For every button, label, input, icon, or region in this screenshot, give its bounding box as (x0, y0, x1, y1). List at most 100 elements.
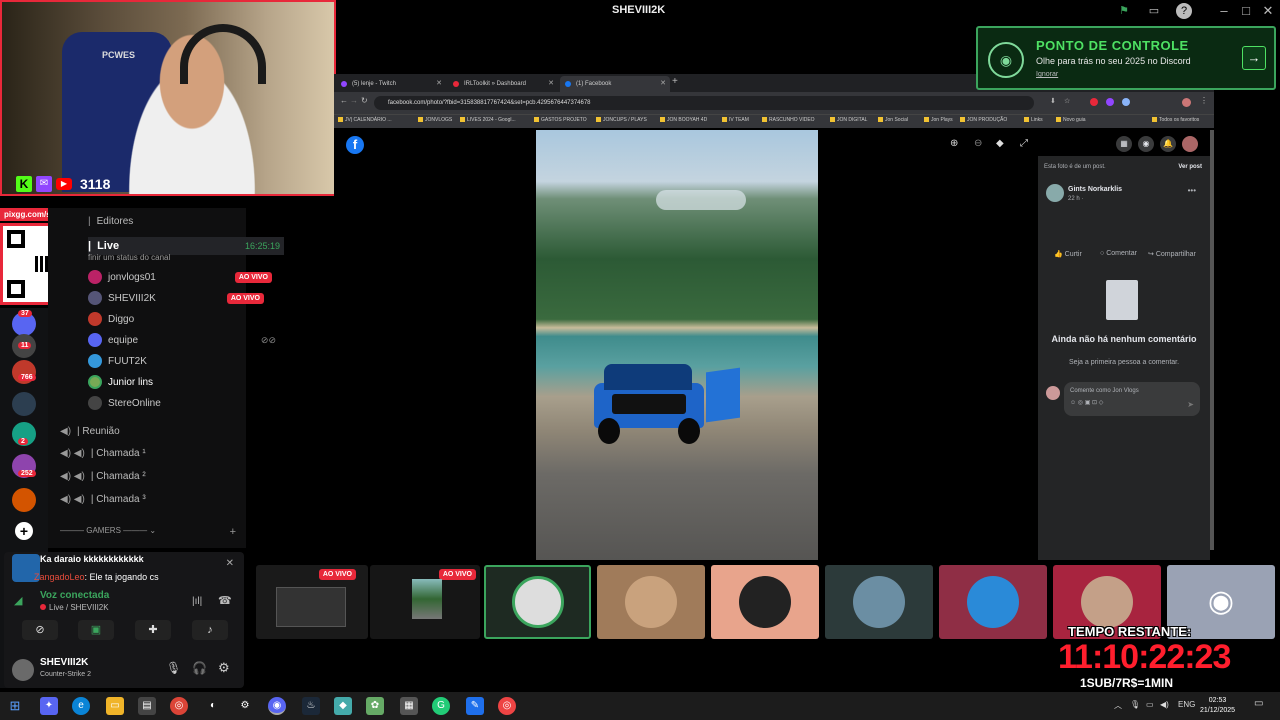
inbox-icon[interactable]: ▭ (1146, 3, 1162, 19)
bookmark[interactable]: Jon Plays (924, 117, 953, 123)
close-icon[interactable]: ✕ (226, 558, 234, 569)
bookmark[interactable]: RASCUNHO VIDEO (762, 117, 815, 123)
voice-member[interactable]: jonvlogs01 AO VIVO (88, 268, 284, 286)
close-tab-icon[interactable]: ✕ (436, 76, 442, 92)
bookmark[interactable]: JON DIGITAL (830, 117, 867, 123)
discord-icon[interactable]: ◉ (268, 697, 286, 715)
activities-button[interactable]: ✚ (135, 620, 171, 640)
close-icon[interactable]: ✕ (1258, 2, 1278, 20)
flag-icon[interactable]: ⚑ (1116, 3, 1132, 19)
channel-chamada-2[interactable]: ◀) ◀) | Chamada ² (60, 471, 146, 482)
url-input[interactable]: facebook.com/photo/?fbid=315838817767424… (374, 96, 1034, 110)
bookmark[interactable]: Todos os favoritos (1152, 117, 1199, 123)
clock[interactable]: 02:53 21/12/2025 (1200, 696, 1235, 716)
bookmark[interactable]: Jon Social (878, 117, 908, 123)
language-indicator[interactable]: ENG (1178, 700, 1195, 709)
notification-center-icon[interactable]: ▭ (1254, 698, 1263, 709)
file-explorer-icon[interactable]: ▭ (106, 697, 124, 715)
see-post-link[interactable]: Ver post (1178, 164, 1202, 170)
extension-icon[interactable] (1122, 98, 1130, 106)
network-icon[interactable]: ▭ (1146, 700, 1154, 709)
edge-icon[interactable]: e (72, 697, 90, 715)
poster-name[interactable]: Gints Norkarklis (1068, 186, 1122, 193)
gear-icon[interactable]: ⚙ (218, 660, 230, 676)
facebook-logo-icon[interactable]: f (346, 136, 364, 154)
tray-chevron-icon[interactable]: ︿ (1114, 700, 1122, 711)
tab-irltoolkit[interactable]: IRLToolkit » Dashboard ✕ (448, 76, 558, 92)
user-panel[interactable]: SHEVIII2K Counter-Strike 2 🎙 🎧 ⚙ (10, 655, 244, 685)
more-options-icon[interactable]: ••• (1188, 186, 1196, 195)
participant-tile[interactable] (711, 565, 819, 639)
zoom-in-icon[interactable]: ⊕ (950, 138, 958, 149)
soundboard-button[interactable]: ♪ (192, 620, 228, 640)
stream-tile[interactable]: AO VIVO (256, 565, 368, 639)
copilot-icon[interactable]: ✦ (40, 697, 58, 715)
server-icon[interactable] (12, 488, 36, 512)
share-button[interactable]: ↪ Compartilhar (1148, 250, 1196, 258)
channel-editores[interactable]: | Editores (88, 216, 133, 227)
disconnect-icon[interactable]: ☎ (218, 594, 232, 607)
channel-chamada-1[interactable]: ◀) ◀) | Chamada ¹ (60, 448, 146, 459)
reload-icon[interactable]: ↻ (361, 96, 368, 105)
bookmark-star-icon[interactable]: ☆ (1064, 97, 1070, 105)
microphone-icon[interactable]: 🎙 (1130, 700, 1140, 709)
status-hint[interactable]: finir um status do canal (88, 253, 170, 262)
download-icon[interactable]: ⬇ (1050, 97, 1056, 105)
settings-icon[interactable]: ⚙ (236, 697, 254, 715)
chrome-icon[interactable]: ◎ (170, 697, 188, 715)
waveform-icon[interactable]: |ıl| (192, 596, 202, 607)
participant-tile[interactable] (939, 565, 1047, 639)
bookmark[interactable]: JONCUPS / PLAYS (596, 117, 647, 123)
app-icon[interactable]: G (432, 697, 450, 715)
chrome-icon[interactable]: ◎ (498, 697, 516, 715)
participant-tile[interactable] (825, 565, 933, 639)
bookmark[interactable]: LIVES 2024 - Googl... (460, 117, 516, 123)
bookmark[interactable]: JV| CALENDÁRIO ... (338, 117, 392, 123)
like-button[interactable]: 👍 Curtir (1054, 250, 1082, 258)
fullscreen-icon[interactable]: ⤢ (1020, 138, 1028, 149)
voice-member[interactable]: Diggo (88, 310, 284, 328)
maximize-icon[interactable]: □ (1236, 2, 1256, 20)
new-tab-icon[interactable]: + (672, 76, 678, 87)
back-icon[interactable]: ← (340, 96, 348, 105)
ignore-link[interactable]: Ignorar (1036, 71, 1058, 78)
add-server-icon[interactable]: + (15, 522, 33, 540)
menu-icon[interactable]: ⋮ (1200, 96, 1208, 105)
bookmark[interactable]: Links (1024, 117, 1043, 123)
send-icon[interactable]: ➤ (1187, 400, 1194, 409)
bookmark[interactable]: JON PRODUÇÃO (960, 117, 1007, 123)
tag-icon[interactable]: ◆ (996, 138, 1004, 149)
comment-tools-icons[interactable]: ☺ ◎ ▣ ⊡ ◇ (1070, 399, 1194, 406)
voice-channel[interactable]: Live / SHEVIII2K (40, 603, 109, 612)
microphone-icon[interactable]: 🎙 (166, 661, 181, 675)
chat-notification[interactable]: Ka daraio kkkkkkkkkkkk ZangadoLeo: Ele t… (4, 552, 244, 588)
volume-icon[interactable]: ◀) (1160, 700, 1169, 709)
voice-member[interactable]: equipe ⊘⊘ (88, 331, 284, 349)
extension-icon[interactable] (1090, 98, 1098, 106)
participant-tile[interactable] (484, 565, 591, 639)
app-icon[interactable]: ◆ (334, 697, 352, 715)
arrow-right-icon[interactable]: → (1242, 46, 1266, 70)
help-icon[interactable]: ? (1176, 3, 1192, 19)
bookmark[interactable]: JONVLOGS (418, 117, 452, 123)
tab-facebook[interactable]: (1) Facebook ✕ (560, 76, 670, 92)
tab-twitch[interactable]: (5) lenje - Twitch ✕ (336, 76, 446, 92)
zoom-out-icon[interactable]: ⊖ (974, 138, 982, 149)
photo[interactable] (536, 130, 818, 560)
minimize-icon[interactable]: – (1214, 2, 1234, 20)
windows-start-icon[interactable]: ⊞ (6, 697, 24, 715)
comment-button[interactable]: ○ Comentar (1100, 250, 1137, 257)
bookmark[interactable]: GASTOS PROJETO (534, 117, 587, 123)
app-icon[interactable]: ✿ (366, 697, 384, 715)
profile-avatar[interactable] (1182, 136, 1198, 152)
server-icon[interactable] (12, 392, 36, 416)
category-gamers[interactable]: ——— GAMERS ——— ⌄ + (60, 526, 240, 538)
bookmark[interactable]: IV TEAM (722, 117, 749, 123)
screen-share-button[interactable]: ▣ (78, 620, 114, 640)
apps-grid-icon[interactable]: ▦ (1116, 136, 1132, 152)
voice-member[interactable]: Junior lins (88, 373, 284, 391)
profile-avatar[interactable] (1182, 98, 1191, 107)
app-icon[interactable]: ◐ (204, 697, 222, 715)
headphones-icon[interactable]: 🎧 (192, 661, 207, 675)
extension-icon[interactable] (1106, 98, 1114, 106)
